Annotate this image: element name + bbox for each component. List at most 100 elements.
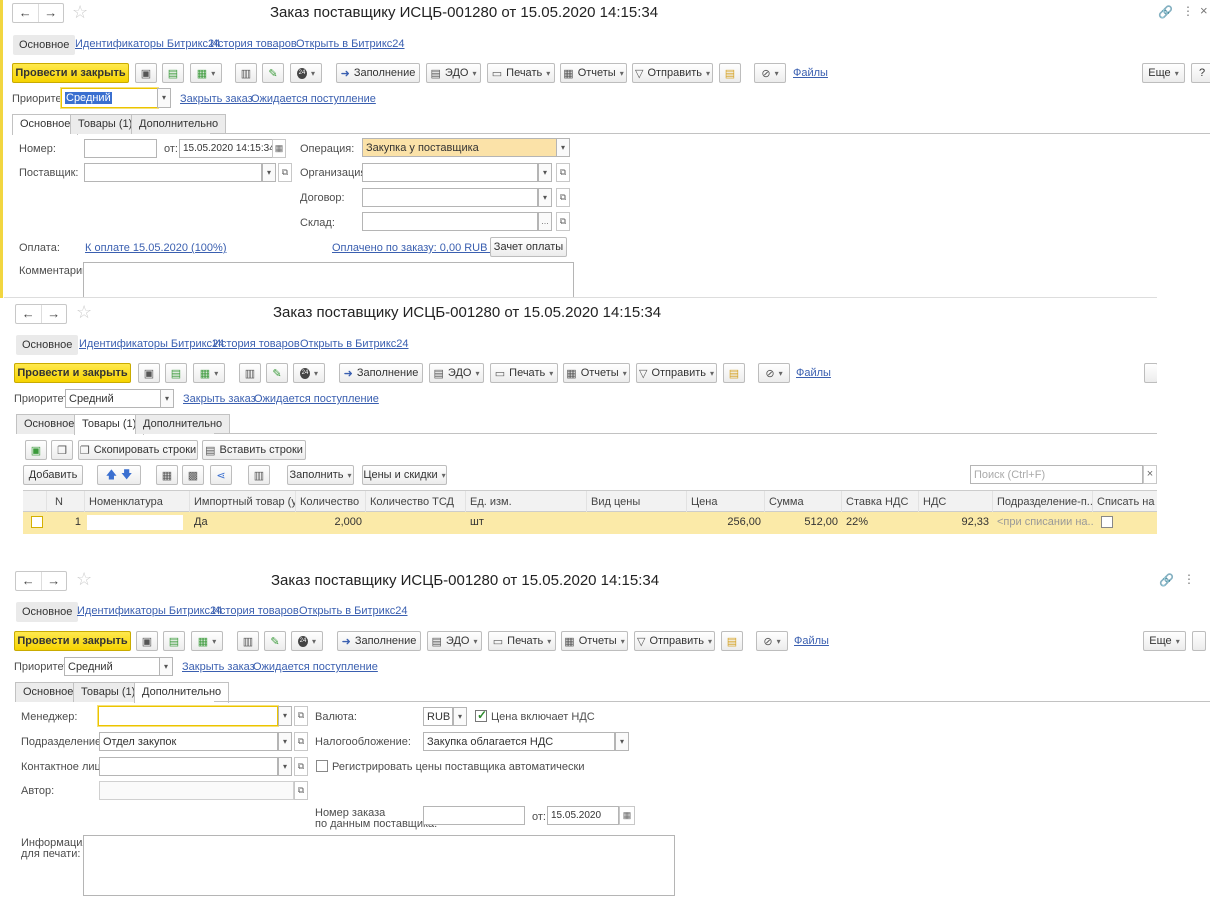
move-arrows-button[interactable]: 🡅 🡇 — [97, 465, 141, 485]
list-icon[interactable]: ▥ — [239, 363, 261, 383]
contact-dropdown-icon[interactable]: ▾ — [278, 757, 292, 776]
awaiting-receipt-link[interactable]: Ожидается поступление — [251, 93, 376, 105]
files-link[interactable]: Файлы — [794, 635, 829, 647]
more-button[interactable]: Еще ▾ — [1143, 631, 1186, 651]
calendar-icon[interactable]: ▦ — [619, 806, 635, 825]
more-button[interactable]: Еще ▾ — [1142, 63, 1185, 83]
fill-goods-button[interactable]: Заполнить ▾ — [287, 465, 354, 485]
close-icon[interactable]: × — [1200, 3, 1208, 18]
nav-history[interactable]: История товаров — [212, 605, 299, 617]
help-button[interactable]: ? — [1191, 63, 1210, 83]
nav-main[interactable]: Основное — [16, 602, 79, 622]
document-icon[interactable]: ▤ — [163, 631, 185, 651]
priority-dropdown-icon[interactable]: ▾ — [160, 389, 174, 408]
row-select-checkbox[interactable] — [27, 512, 47, 532]
attach-doc-icon[interactable]: ▤ — [719, 63, 741, 83]
copy-icon[interactable]: ❐ — [51, 440, 73, 460]
contact-field[interactable] — [99, 757, 278, 776]
fill-button[interactable]: ➜ Заполнение — [336, 63, 420, 83]
bitrix24-button[interactable]: 24 ▾ — [293, 363, 325, 383]
send-button[interactable]: ▽ Отправить ▾ — [632, 63, 713, 83]
priority-select[interactable]: Средний — [64, 657, 160, 676]
paste-rows-button[interactable]: ▤ Вставить строки — [202, 440, 306, 460]
cell-writeoff-checkbox[interactable] — [1097, 512, 1157, 532]
save-icon[interactable]: ▣ — [136, 631, 158, 651]
manager-open-icon[interactable]: ⧉ — [294, 706, 308, 726]
back-icon[interactable]: ← — [16, 305, 42, 323]
structure-button[interactable]: ▦ ▾ — [193, 363, 225, 383]
more-icon[interactable]: ⋮ — [1183, 572, 1195, 586]
reports-button[interactable]: ▦ Отчеты ▾ — [561, 631, 628, 651]
cell-unit[interactable]: шт — [466, 512, 587, 532]
col-sum[interactable]: Сумма — [765, 491, 842, 513]
tab-goods[interactable]: Товары (1) — [74, 414, 145, 435]
cell-vat-rate[interactable]: 22% — [842, 512, 919, 532]
prices-discounts-button[interactable]: Цены и скидки ▾ — [362, 465, 447, 485]
nav-bitrix-ids[interactable]: Идентификаторы Битрикс24 — [79, 338, 224, 350]
save-icon[interactable]: ▣ — [138, 363, 160, 383]
col-price-type[interactable]: Вид цены — [587, 491, 687, 513]
edo-button[interactable]: ▤ ЭДО ▾ — [426, 63, 481, 83]
reports-button[interactable]: ▦ Отчеты ▾ — [563, 363, 630, 383]
edit-icon[interactable]: ✎ — [266, 363, 288, 383]
priority-select[interactable]: Средний — [65, 389, 161, 408]
supplier-dropdown-icon[interactable]: ▾ — [262, 163, 276, 182]
nav-buttons[interactable]: ← → — [15, 571, 67, 591]
supplier-open-icon[interactable]: ⧉ — [278, 163, 292, 182]
structure-button[interactable]: ▦ ▾ — [190, 63, 222, 83]
warehouse-field[interactable] — [362, 212, 538, 231]
payment-link[interactable]: К оплате 15.05.2020 (100%) — [85, 242, 227, 254]
close-order-link[interactable]: Закрыть заказ — [183, 393, 256, 405]
favorite-star-icon[interactable]: ☆ — [76, 302, 92, 323]
structure-button[interactable]: ▦ ▾ — [191, 631, 223, 651]
cell-vat[interactable]: 92,33 — [919, 512, 993, 532]
clip-button[interactable]: ⊘ ▾ — [754, 63, 786, 83]
clip-button[interactable]: ⊘ ▾ — [758, 363, 790, 383]
nav-open-bitrix[interactable]: Открыть в Битрикс24 — [296, 38, 405, 50]
post-close-button[interactable]: Провести и закрыть — [14, 631, 131, 651]
supplier-order-number-field[interactable] — [423, 806, 525, 825]
attach-doc-icon[interactable]: ▤ — [723, 363, 745, 383]
supplier-field[interactable] — [84, 163, 262, 182]
edit-icon[interactable]: ✎ — [264, 631, 286, 651]
organization-open-icon[interactable]: ⧉ — [556, 163, 570, 182]
col-import[interactable]: Импортный товар (у... — [190, 491, 296, 513]
tab-goods[interactable]: Товары (1) — [73, 682, 144, 702]
division-dropdown-icon[interactable]: ▾ — [278, 732, 292, 751]
bitrix24-button[interactable]: 24 ▾ — [291, 631, 323, 651]
post-close-button[interactable]: Провести и закрыть — [14, 363, 131, 383]
nav-history[interactable]: История товаров — [210, 38, 297, 50]
nav-bitrix-ids[interactable]: Идентификаторы Битрикс24 — [75, 38, 220, 50]
nav-history[interactable]: История товаров — [213, 338, 300, 350]
tab-extra[interactable]: Дополнительно — [131, 114, 227, 134]
search-clear-icon[interactable]: × — [1143, 465, 1157, 484]
cell-price-type[interactable] — [587, 512, 687, 532]
col-item[interactable]: Номенклатура — [85, 491, 190, 513]
col-n[interactable]: N — [47, 491, 85, 513]
calendar-icon[interactable]: ▦ — [272, 139, 286, 158]
search-input[interactable]: Поиск (Ctrl+F) — [970, 465, 1143, 484]
organization-dropdown-icon[interactable]: ▾ — [538, 163, 552, 182]
tab-main[interactable]: Основное — [12, 114, 79, 135]
date-field[interactable]: 15.05.2020 14:15:34 — [179, 139, 273, 158]
favorite-star-icon[interactable]: ☆ — [72, 2, 88, 23]
col-qty[interactable]: Количество — [296, 491, 366, 513]
tab-extra[interactable]: Дополнительно — [135, 414, 231, 434]
fill-button[interactable]: ➜ Заполнение — [337, 631, 421, 651]
forward-icon[interactable]: → — [42, 572, 67, 590]
priority-dropdown-icon[interactable]: ▾ — [157, 88, 171, 108]
manager-field[interactable] — [98, 706, 278, 726]
price-incl-vat-checkbox[interactable]: ✓ — [475, 708, 487, 723]
save-icon[interactable]: ▣ — [135, 63, 157, 83]
copy-rows-button[interactable]: ❐ Скопировать строки — [78, 440, 198, 460]
col-price[interactable]: Цена — [687, 491, 765, 513]
more-icon[interactable]: ⋮ — [1182, 4, 1194, 18]
priority-select[interactable]: Средний — [61, 88, 158, 108]
tab-main[interactable]: Основное — [15, 682, 82, 702]
col-vat-rate[interactable]: Ставка НДС — [842, 491, 919, 513]
close-order-link[interactable]: Закрыть заказ — [182, 661, 255, 673]
cell-price[interactable]: 256,00 — [687, 512, 765, 532]
taxation-select[interactable]: Закупка облагается НДС — [423, 732, 615, 751]
supplier-order-date-field[interactable]: 15.05.2020 — [547, 806, 619, 825]
send-button[interactable]: ▽ Отправить ▾ — [634, 631, 715, 651]
